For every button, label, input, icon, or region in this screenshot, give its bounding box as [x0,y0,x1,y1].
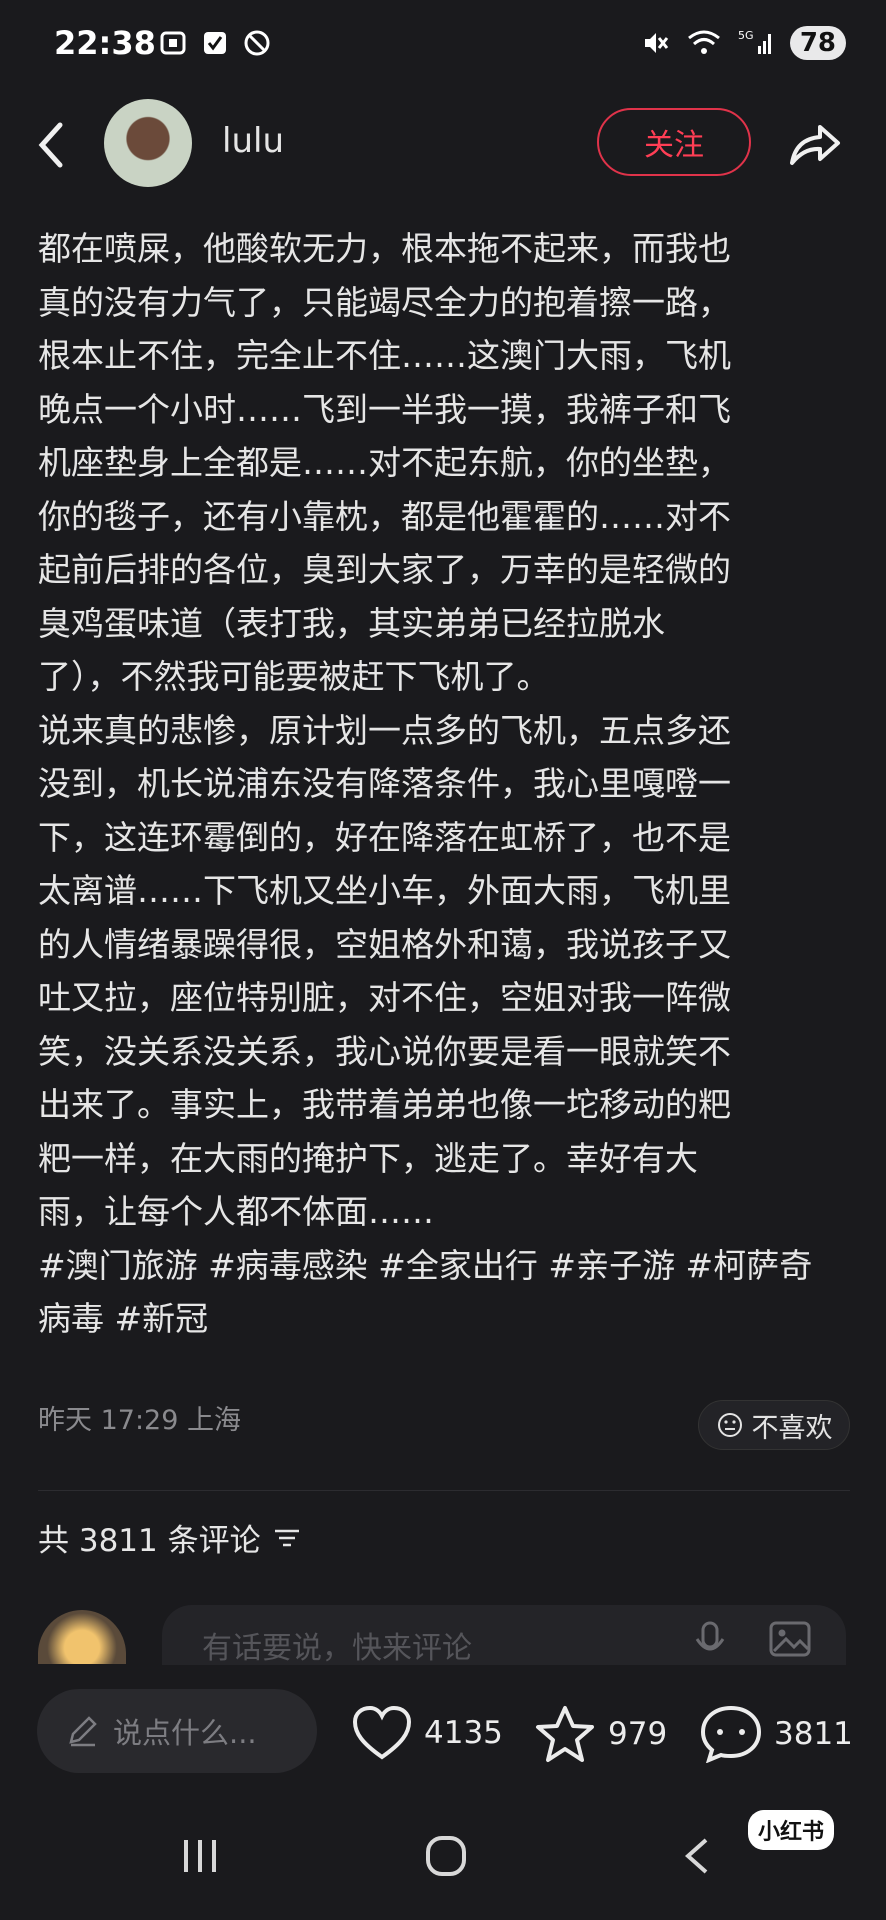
author-avatar[interactable] [104,99,192,187]
post-line: 出来了。事实上，我带着弟弟也像一坨移动的粑 [38,1085,731,1124]
like-button[interactable]: 4135 [352,1705,503,1761]
post-line: 臭鸡蛋味道（表打我，其实弟弟已经拉脱水 [38,603,665,643]
post-header: lulu 关注 [0,95,886,195]
sad-face-icon [717,1413,742,1437]
post-meta: 昨天 17:29 上海 [38,1405,241,1436]
say-placeholder: 说点什么... [113,1716,257,1750]
post-line: 说来真的悲惨，原计划一点多的飞机，五点多还 [38,710,731,750]
image-icon[interactable] [768,1619,812,1659]
post-line: 都在喷屎，他酸软无力，根本拖不起来，而我也 [38,229,731,268]
svg-text:5G: 5G [738,29,754,42]
comments-header: 共 3811 条评论 [38,1515,301,1560]
dislike-button[interactable]: 不喜欢 [698,1400,850,1450]
comments-count-title: 共 3811 条评论 [38,1523,261,1559]
bottom-action-bar: 说点什么... 4135 979 3811 [0,1665,886,1795]
post-line: 笑，没关系没关系，我心说你要是看一眼就笑不 [38,1031,731,1071]
follow-button[interactable]: 关注 [597,108,751,176]
post-content: 都在喷屎，他酸软无力，根本拖不起来，而我也 真的没有力气了，只能竭尽全力的抱着擦… [38,222,850,1346]
post-line: 起前后排的各位，臭到大家了，万幸的是轻微的 [38,550,731,589]
comment-button[interactable]: 3811 [700,1705,853,1763]
mute-icon [644,33,668,53]
hashtag-line[interactable]: 病毒 #新冠 [38,1292,850,1346]
status-icons-right: 5G 78 [640,26,846,60]
back-nav-icon[interactable] [676,1834,720,1878]
comment-input[interactable]: 有话要说，快来评论 [162,1605,846,1666]
mic-icon[interactable] [692,1619,728,1659]
status-bar: 22:38 5G 78 [0,0,886,90]
app-watermark: 小红书 [748,1810,835,1850]
pencil-icon [69,1716,97,1747]
divider [38,1490,850,1491]
comment-placeholder: 有话要说，快来评论 [202,1631,472,1666]
favorite-count: 979 [608,1716,668,1752]
post-line: 了），不然我可能要被赶下飞机了。 [38,657,550,696]
post-line: 没到，机长说浦东没有降落条件，我心里嘎噔一 [38,764,731,803]
dislike-label: 不喜欢 [751,1412,833,1444]
post-line: 雨，让每个人都不体面…… [38,1192,434,1231]
sort-icon[interactable] [273,1526,301,1550]
post-line: 你的毯子，还有小靠枕，都是他霍霍的……对不 [38,496,731,536]
share-icon[interactable] [786,115,842,171]
signal-icon: 5G [738,29,771,54]
back-arrow-icon[interactable] [32,115,72,175]
screenshot-icon [160,31,186,55]
hashtag-line[interactable]: #澳门旅游 #病毒感染 #全家出行 #亲子游 #柯萨奇 [38,1239,850,1293]
battery-indicator: 78 [789,26,846,60]
post-line: 真的没有力气了，只能竭尽全力的抱着擦一路， [38,282,731,322]
post-line: 晚点一个小时……飞到一半我一摸，我裤子和飞 [38,389,731,429]
post-line: 粑一样，在大雨的掩护下，逃走了。幸好有大 [38,1138,698,1178]
favorite-button[interactable]: 979 [534,1705,667,1763]
author-username[interactable]: lulu [222,121,284,161]
checkbox-icon [204,32,226,54]
post-line: 太离谱……下飞机又坐小车，外面大雨，飞机里 [38,871,731,910]
wifi-icon [687,30,720,54]
blocked-icon [244,30,270,56]
like-count: 4135 [424,1715,503,1751]
post-line: 吐又拉，座位特别脏，对不住，空姐对我一阵微 [38,978,731,1017]
comment-count: 3811 [774,1716,853,1752]
comment-bubble-icon [700,1705,762,1763]
post-line: 下，这连环霉倒的，好在降落在虹桥了，也不是 [38,817,731,857]
post-line: 的人情绪暴躁得很，空姐格外和蔼，我说孩子又 [38,924,731,964]
post-line: 根本止不住，完全止不住……这澳门大雨，飞机 [38,336,731,375]
say-something-input[interactable]: 说点什么... [37,1689,317,1773]
recent-apps-icon[interactable] [178,1834,222,1878]
home-icon[interactable] [424,1834,468,1878]
status-icons-left [158,28,272,58]
heart-icon [352,1705,412,1760]
my-avatar [38,1610,126,1664]
post-line: 机座垫身上全都是……对不起东航，你的坐垫， [38,443,731,482]
status-time: 22:38 [54,24,156,62]
star-icon [536,1706,594,1762]
